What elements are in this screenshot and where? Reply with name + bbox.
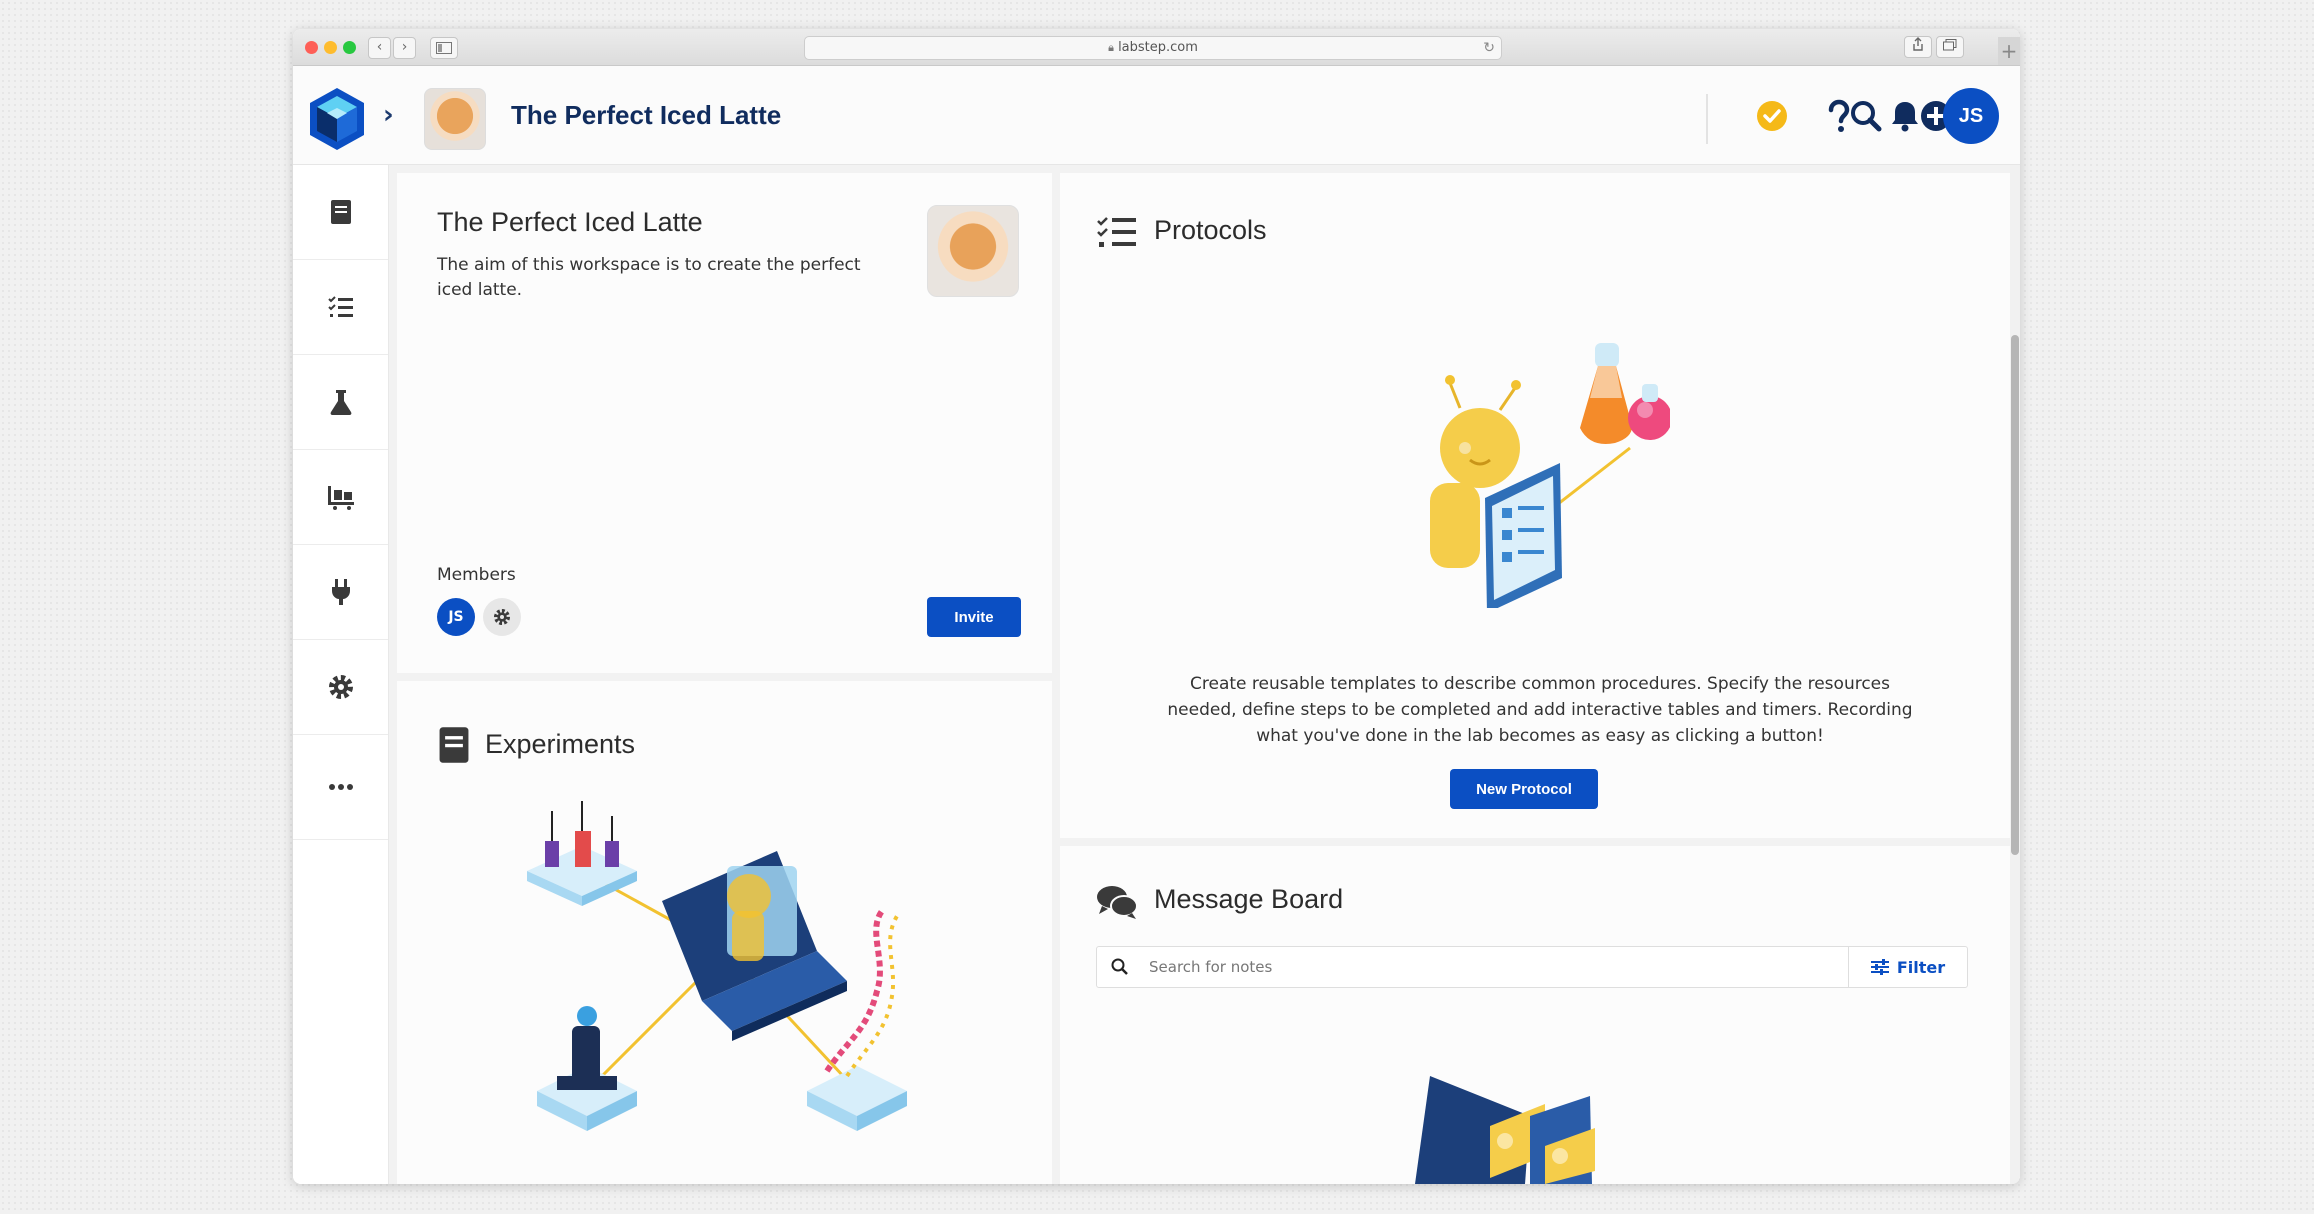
tabs-icon — [1943, 39, 1957, 51]
experiments-card: Experiments — [397, 681, 1052, 1184]
sidebar-toggle-button[interactable] — [430, 37, 458, 59]
notifications-bell-icon[interactable] — [1887, 98, 1923, 134]
protocols-title: Protocols — [1154, 215, 1267, 245]
new-protocol-button[interactable]: New Protocol — [1450, 769, 1598, 809]
sidebar-item-integrations[interactable] — [293, 545, 388, 640]
scrollbar-thumb[interactable] — [2011, 335, 2019, 855]
message-board-card: Message Board Filter — [1060, 846, 2010, 1184]
reload-icon[interactable]: ↻ — [1483, 37, 1495, 59]
lock-icon: 🔒︎ — [1108, 41, 1114, 54]
address-bar[interactable]: 🔒︎ labstep.com ↻ — [804, 36, 1502, 60]
tabs-overview-button[interactable] — [1936, 36, 1964, 58]
notebook-icon — [330, 200, 351, 224]
share-button[interactable] — [1904, 36, 1932, 58]
share-icon — [1913, 37, 1923, 51]
sidebar-item-protocols[interactable] — [293, 260, 388, 355]
new-tab-button[interactable]: + — [1998, 37, 2020, 65]
invite-button[interactable]: Invite — [927, 597, 1021, 637]
message-board-title: Message Board — [1154, 884, 1344, 914]
protocols-illustration — [1430, 343, 1670, 608]
workspace-image[interactable] — [927, 205, 1019, 297]
gear-icon — [494, 609, 510, 625]
sidebar-item-settings[interactable] — [293, 640, 388, 735]
protocols-description: Create reusable templates to describe co… — [1167, 674, 1913, 746]
close-window-button[interactable] — [305, 41, 318, 54]
sidebar-item-more[interactable] — [293, 735, 388, 840]
notes-search-input[interactable] — [1147, 947, 1851, 987]
sidebar-icon — [436, 42, 452, 54]
left-sidebar — [293, 165, 389, 1184]
experiments-title: Experiments — [485, 729, 636, 759]
message-board-illustration — [1415, 1076, 1595, 1184]
search-icon — [1111, 958, 1128, 975]
help-icon[interactable] — [1821, 98, 1857, 134]
back-button[interactable]: ‹ — [368, 37, 391, 59]
sidebar-item-inventory[interactable] — [293, 450, 388, 545]
flask-icon — [330, 390, 351, 415]
page-title: The Perfect Iced Latte — [511, 100, 782, 130]
plug-icon — [331, 579, 350, 605]
members-label: Members — [437, 565, 516, 585]
minimize-window-button[interactable] — [324, 41, 337, 54]
address-text: labstep.com — [1118, 40, 1198, 55]
notebook-icon — [439, 727, 469, 763]
breadcrumb-chevron-icon: › — [383, 100, 394, 130]
header-divider — [1706, 94, 1708, 144]
more-dots-icon — [328, 784, 353, 790]
labstep-logo-icon[interactable] — [307, 86, 367, 152]
notes-search-box: Filter — [1096, 946, 1968, 988]
gear-icon — [328, 675, 353, 699]
browser-window: ‹ › 🔒︎ labstep.com ↻ + › The Perfect Ice… — [293, 29, 2020, 1184]
protocols-card: Protocols Create reusable templates to d… — [1060, 173, 2010, 838]
filter-sliders-icon — [1870, 959, 1889, 975]
tasks-status-icon[interactable] — [1754, 98, 1790, 134]
user-avatar[interactable]: JS — [1943, 88, 1999, 144]
checklist-icon — [1097, 217, 1136, 247]
maximize-window-button[interactable] — [343, 41, 356, 54]
checklist-icon — [327, 296, 353, 317]
comments-icon — [1097, 886, 1138, 919]
workspace-card: The Perfect Iced Latte The aim of this w… — [397, 173, 1052, 673]
filter-button[interactable]: Filter — [1848, 947, 1967, 987]
browser-titlebar: ‹ › 🔒︎ labstep.com ↻ + — [293, 29, 2020, 66]
page-scrollbar[interactable] — [2010, 165, 2020, 1184]
workspace-thumbnail[interactable] — [424, 88, 486, 150]
sidebar-item-experiments[interactable] — [293, 165, 388, 260]
forward-button[interactable]: › — [393, 37, 416, 59]
workspace-title: The Perfect Iced Latte — [437, 207, 703, 237]
member-settings-button[interactable] — [483, 598, 521, 636]
inventory-cart-icon — [327, 486, 354, 510]
experiments-illustration — [527, 801, 907, 1131]
filter-label: Filter — [1896, 957, 1946, 977]
member-avatar[interactable]: JS — [437, 598, 475, 636]
sidebar-item-resources[interactable] — [293, 355, 388, 450]
dashboard-content: The Perfect Iced Latte The aim of this w… — [389, 165, 2020, 1184]
workspace-description: The aim of this workspace is to create t… — [437, 255, 861, 300]
